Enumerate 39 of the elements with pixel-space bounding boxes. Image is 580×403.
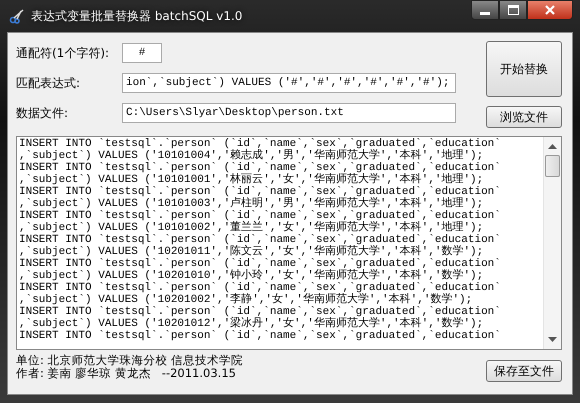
maximize-button[interactable] <box>499 0 527 20</box>
output-line: ,`subject`) VALUES ('10101004','赖志成','男','华南师范大学','本科','地理'); <box>19 150 484 162</box>
minimize-button[interactable] <box>471 0 499 20</box>
output-line: INSERT INTO `testsql`.`person` (`id`,`name`,`sex`,`graduated`,`education` <box>19 210 501 222</box>
browse-button[interactable]: 浏览文件 <box>486 106 562 128</box>
output-box[interactable] <box>16 136 562 350</box>
window-title: 表达式变量批量替换器 batchSQL v1.0 <box>31 8 242 24</box>
scrollbar[interactable] <box>543 137 561 349</box>
output-line: ,`subject`) VALUES ('10101002','董兰兰','女','华南师范大学','本科','地理'); <box>19 222 484 234</box>
output-line: INSERT INTO `testsql`.`person` (`id`,`name`,`sex`,`graduated`,`education` <box>19 138 501 150</box>
output-line: INSERT INTO `testsql`.`person` (`id`,`name`,`sex`,`graduated`,`education` <box>19 258 501 270</box>
output-line: ,`subject`) VALUES ('10201010','钟小玲','女','华南师范大学','本科','数学'); <box>19 270 484 282</box>
output-line: ,`subject`) VALUES ('10201012','梁冰丹','女','华南师范大学','本科','数学'); <box>19 318 484 330</box>
credit-text: 单位: 北京师范大学珠海分校 信息技术学院 <box>16 354 244 367</box>
close-button[interactable] <box>527 0 573 20</box>
output-line: INSERT INTO `testsql`.`person` (`id`,`name`,`sex`,`graduated`,`education` <box>19 162 501 174</box>
output-line: ,`subject`) VALUES ('10101003','卢柱明','男','华南师范大学','本科','地理'); <box>19 198 484 210</box>
output-line: INSERT INTO `testsql`.`person` (`id`,`name`,`sex`,`graduated`,`education` <box>19 234 501 246</box>
output-line: INSERT INTO `testsql`.`person` (`id`,`name`,`sex`,`graduated`,`education` <box>19 330 501 342</box>
up-arrow-icon[interactable] <box>548 143 557 149</box>
output-line: INSERT INTO `testsql`.`person` (`id`,`name`,`sex`,`graduated`,`education` <box>19 186 501 198</box>
field-label: 匹配表达式: <box>16 74 82 92</box>
scissors-icon <box>9 8 25 24</box>
start-button[interactable]: 开始替换 <box>486 41 562 97</box>
input-field[interactable]: # <box>122 43 162 63</box>
input-field[interactable]: C:\Users\Slyar\Desktop\person.txt <box>122 103 456 123</box>
output-line: ,`subject`) VALUES ('10201002','李静','女','华南师范大学','本科','数学'); <box>19 294 472 306</box>
scroll-thumb[interactable] <box>545 155 560 177</box>
close-icon <box>545 5 555 15</box>
output-line: INSERT INTO `testsql`.`person` (`id`,`name`,`sex`,`graduated`,`education` <box>19 306 501 318</box>
output-line: INSERT INTO `testsql`.`person` (`id`,`name`,`sex`,`graduated`,`education` <box>19 282 501 294</box>
output-line: ,`subject`) VALUES ('10201011','陈文云','女','华南师范大学','本科','数学'); <box>19 246 484 258</box>
credit-text: 作者: 姜南 廖华琼 黄龙杰 --2011.03.15 <box>16 367 237 380</box>
field-label: 数据文件: <box>16 104 70 122</box>
input-field[interactable]: ion`,`subject`) VALUES ('#','#','#','#','#','#'); <box>122 73 456 93</box>
field-label: 通配符(1个字符): <box>16 44 110 62</box>
down-arrow-icon[interactable] <box>548 337 557 343</box>
output-line: ,`subject`) VALUES ('10101001','林丽云','女','华南师范大学','本科','地理'); <box>19 174 484 186</box>
save-button[interactable]: 保存至文件 <box>486 360 562 382</box>
